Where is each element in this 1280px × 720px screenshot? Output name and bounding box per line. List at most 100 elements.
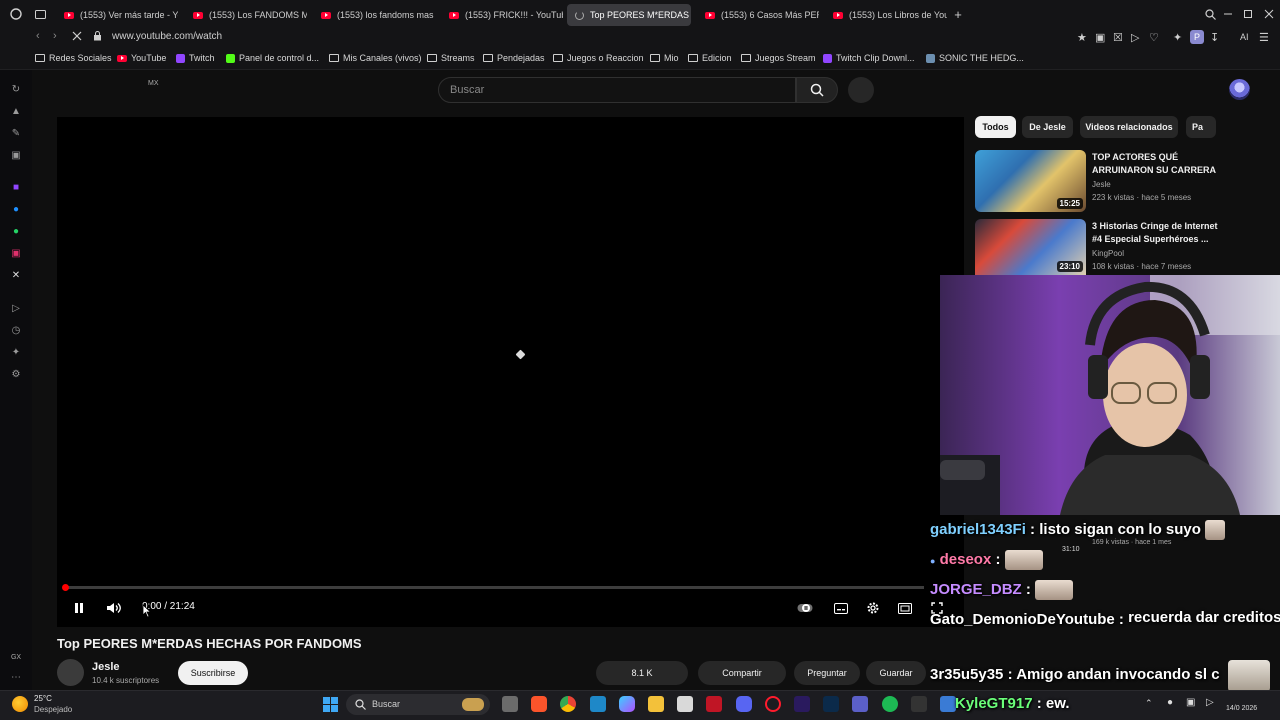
messenger-icon[interactable]: ● — [10, 203, 22, 215]
autoplay-toggle[interactable] — [796, 599, 814, 617]
vegas-icon[interactable] — [590, 696, 606, 712]
tab-libros[interactable]: (1553) Los Libros de YouT — [825, 4, 947, 26]
related-channel[interactable]: Jesle — [1092, 180, 1111, 189]
bookmark-pendejadas[interactable]: Pendejadas — [483, 53, 545, 63]
voice-search-button[interactable] — [848, 77, 874, 103]
extensions-sidebar-icon[interactable]: ✦ — [10, 346, 22, 358]
taskbar-search[interactable]: Buscar — [346, 694, 490, 715]
ai-button[interactable]: AI — [1240, 32, 1249, 42]
search-input[interactable]: Buscar — [438, 77, 796, 103]
mic-tray-icon[interactable]: ● — [1167, 697, 1173, 708]
related-thumbnail[interactable]: 23:10 — [975, 219, 1086, 275]
progress-bar[interactable] — [64, 586, 924, 589]
discord-icon[interactable] — [736, 696, 752, 712]
whatsapp-icon[interactable]: ● — [10, 225, 22, 237]
heart-icon[interactable]: ♡ — [1149, 31, 1159, 44]
theater-mode-button[interactable] — [896, 599, 914, 617]
gx-cleaner-icon[interactable]: ✎ — [10, 127, 22, 139]
tab-fandoms-mas-tu[interactable]: (1553) los fandoms mas tu — [313, 4, 435, 26]
volume-button[interactable] — [104, 599, 124, 617]
photoshop-icon[interactable] — [823, 696, 839, 712]
search-tabs-icon[interactable] — [1203, 7, 1217, 21]
related-channel[interactable]: KingPool — [1092, 249, 1124, 258]
bookmark-redes-sociales[interactable]: Redes Sociales — [35, 53, 112, 63]
adblock-icon[interactable]: ☒ — [1113, 31, 1123, 44]
player-sidebar-icon[interactable]: ▷ — [10, 302, 22, 314]
tray-chevron-icon[interactable]: ⌃ — [1145, 698, 1153, 709]
chrome-icon[interactable] — [560, 696, 576, 712]
speaker-icon[interactable]: ▷ — [1206, 697, 1214, 708]
bookmark-juegos-stream[interactable]: Juegos Stream — [741, 53, 816, 63]
chip-videos-relacionados[interactable]: Videos relacionados — [1080, 116, 1178, 138]
bookmark-juegos-reaccion[interactable]: Juegos o Reaccion — [553, 53, 644, 63]
new-tab-button[interactable]: + — [951, 7, 965, 22]
subtitles-button[interactable] — [832, 599, 850, 617]
weather-icon[interactable] — [12, 696, 28, 712]
gx-mods-icon[interactable]: ▣ — [10, 149, 22, 161]
video-player[interactable] — [57, 117, 964, 627]
player-icon[interactable]: ▷ — [1131, 31, 1139, 44]
like-button[interactable]: 8.1 K — [596, 661, 688, 685]
history-icon[interactable]: ◷ — [10, 324, 22, 336]
gx-control-icon[interactable]: ↻ — [10, 83, 22, 95]
gx-corner-icon[interactable]: ▲ — [10, 105, 22, 117]
bookmark-edicion[interactable]: Edicion — [688, 53, 732, 63]
progress-scrubber[interactable] — [62, 584, 69, 591]
task-view-icon[interactable] — [502, 696, 518, 712]
bookmark-twitch-clip[interactable]: Twitch Clip Downl... — [823, 53, 915, 63]
channel-avatar[interactable] — [57, 659, 84, 686]
related-thumbnail[interactable]: 15:25 — [975, 150, 1086, 212]
settings-button[interactable] — [864, 599, 882, 617]
copilot-icon[interactable] — [619, 696, 635, 712]
minimize-icon[interactable] — [1221, 7, 1235, 21]
network-icon[interactable]: ▣ — [1186, 697, 1195, 708]
related-title[interactable]: 3 Historias Cringe de Internet #4 Especi… — [1092, 220, 1222, 246]
windows-start-icon[interactable] — [323, 697, 338, 712]
search-button[interactable] — [796, 77, 838, 103]
forward-icon[interactable]: › — [53, 30, 57, 42]
bookmark-panel[interactable]: Panel de control d... — [226, 53, 319, 63]
reload-stop-icon[interactable] — [72, 31, 82, 44]
tab-frick[interactable]: (1553) FRICK!!! - YouTube — [441, 4, 563, 26]
file-explorer-icon[interactable] — [648, 696, 664, 712]
bookmark-mis-canales[interactable]: Mis Canales (vivos) — [329, 53, 422, 63]
url-field[interactable]: www.youtube.com/watch — [112, 31, 222, 42]
instagram-icon[interactable]: ▣ — [10, 247, 22, 259]
bookmark-twitch[interactable]: Twitch — [176, 53, 215, 63]
close-icon[interactable] — [1262, 7, 1276, 21]
channel-name[interactable]: Jesle — [92, 661, 120, 673]
bookmark-streams[interactable]: Streams — [427, 53, 475, 63]
app-icon-red[interactable] — [706, 696, 722, 712]
pin-icon[interactable]: ★ — [1077, 31, 1087, 44]
brave-icon[interactable] — [531, 696, 547, 712]
maximize-icon[interactable] — [1241, 7, 1255, 21]
tab-ver-mas-tarde[interactable]: (1553) Ver más tarde - You — [56, 4, 178, 26]
store-icon[interactable] — [677, 696, 693, 712]
more-icon[interactable]: ⋯ — [10, 671, 22, 683]
share-button[interactable]: Compartir — [698, 661, 786, 685]
opera-gx-logo-icon[interactable] — [9, 7, 23, 21]
extensions-icon[interactable]: ✦ — [1173, 31, 1182, 44]
twitch-sidebar-icon[interactable]: ■ — [10, 181, 22, 193]
bookmark-youtube[interactable]: YouTube — [117, 53, 166, 63]
pause-button[interactable] — [70, 599, 88, 617]
chip-partial[interactable]: Pa — [1186, 116, 1216, 138]
snapshot-icon[interactable]: ▣ — [1095, 31, 1105, 44]
bookmark-sonic[interactable]: SONIC THE HEDG... — [926, 53, 1024, 63]
back-icon[interactable]: ‹ — [36, 30, 40, 42]
related-title[interactable]: TOP ACTORES QUÉ ARRUINARON SU CARRERA — [1092, 151, 1222, 177]
menu-icon[interactable]: ☰ — [1259, 31, 1269, 44]
workspaces-icon[interactable] — [33, 7, 47, 21]
opera-gx-taskbar-icon[interactable] — [765, 696, 781, 712]
tab-6-casos[interactable]: (1553) 6 Casos Más PERT — [697, 4, 819, 26]
settings-icon[interactable]: ⚙ — [10, 368, 22, 380]
subscribe-button[interactable]: Suscribirse — [178, 661, 248, 685]
x-twitter-icon[interactable]: ✕ — [10, 269, 22, 281]
save-button[interactable]: Guardar — [866, 661, 926, 685]
teams-icon[interactable] — [852, 696, 868, 712]
ask-button[interactable]: Preguntar — [794, 661, 860, 685]
tab-los-fandoms[interactable]: (1553) Los FANDOMS MÁ — [185, 4, 307, 26]
chip-todos[interactable]: Todos — [975, 116, 1016, 138]
premiere-icon[interactable] — [794, 696, 810, 712]
chip-de-jesle[interactable]: De Jesle — [1022, 116, 1073, 138]
